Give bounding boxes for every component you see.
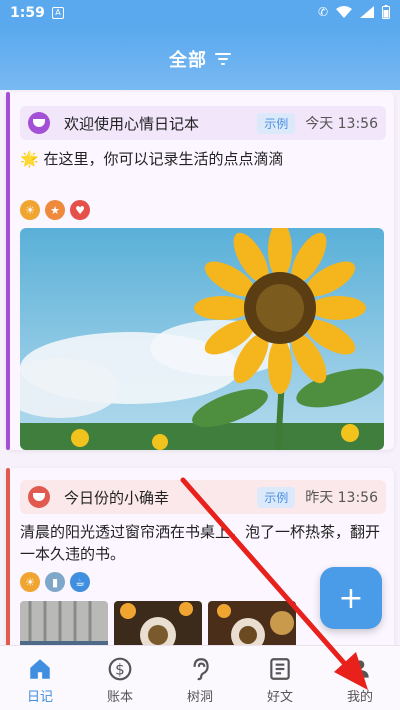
tab-diary[interactable]: 日记 [0, 646, 80, 710]
tab-label: 账本 [106, 690, 133, 705]
card-date: 昨天 13:56 [305, 490, 378, 506]
dollar-icon: $ [108, 657, 132, 681]
sun-icon: ☀ [20, 200, 40, 220]
status-bar: 1:59 A ✆ [0, 0, 400, 28]
card-date: 今天 13:56 [305, 116, 378, 132]
status-icons: ✆ [318, 5, 390, 19]
thumbnail-tea[interactable] [114, 601, 202, 645]
tab-ledger[interactable]: $ 账本 [80, 646, 160, 710]
card-title: 今日份的小确幸 [64, 488, 170, 507]
diary-card[interactable]: 欢迎使用心情日记本 示例 今天 13:56 🌟 在这里，你可以记录生活的点点滴滴… [6, 92, 394, 450]
tab-profile[interactable]: 我的 [320, 646, 400, 710]
thumbnail-tea-2[interactable] [208, 601, 296, 645]
filter-icon[interactable] [215, 53, 231, 65]
filter-title[interactable]: 全部 [169, 46, 207, 72]
heart-icon: ♥ [70, 200, 90, 220]
sample-badge: 示例 [257, 486, 296, 508]
signal-icon [360, 6, 374, 18]
sample-badge: 示例 [257, 112, 296, 134]
app-header: 全部 [0, 28, 400, 90]
add-entry-button[interactable]: + [320, 567, 382, 629]
diary-feed[interactable]: 欢迎使用心情日记本 示例 今天 13:56 🌟 在这里，你可以记录生活的点点滴滴… [0, 90, 400, 645]
home-icon [30, 659, 50, 679]
book-icon: ▮ [45, 572, 65, 592]
star-icon: ★ [45, 200, 65, 220]
photo-thumbnails [20, 601, 296, 645]
status-time: 1:59 [10, 5, 45, 21]
tab-label: 树洞 [186, 690, 213, 705]
card-title: 欢迎使用心情日记本 [64, 114, 200, 133]
sunflower-photo[interactable] [20, 228, 384, 450]
sim-icon: A [52, 7, 64, 19]
tab-treehole[interactable]: 树洞 [160, 646, 240, 710]
card-tags: ☀ ▮ ☕ [20, 572, 90, 592]
tab-articles[interactable]: 好文 [240, 646, 320, 710]
call-icon: ✆ [317, 5, 328, 19]
article-icon [270, 658, 290, 680]
ear-icon [193, 658, 209, 681]
card-header: 今日份的小确幸 示例 昨天 13:56 [20, 480, 386, 514]
battery-icon [382, 5, 390, 19]
card-accent-bar [6, 92, 10, 450]
tab-label: 我的 [346, 690, 373, 705]
thumbnail-window[interactable] [20, 601, 108, 645]
tab-label: 好文 [266, 690, 293, 705]
card-accent-bar [6, 468, 10, 645]
tab-label: 日记 [26, 690, 53, 705]
mood-happy-icon [28, 112, 50, 134]
svg-text:$: $ [115, 660, 125, 678]
coffee-icon: ☕ [70, 572, 90, 592]
card-header: 欢迎使用心情日记本 示例 今天 13:56 [20, 106, 386, 140]
mood-joy-icon [28, 486, 50, 508]
wifi-icon [336, 6, 352, 18]
card-text: 清晨的阳光透过窗帘洒在书桌上，泡了一杯热茶，翻开一本久违的书。 [20, 523, 381, 563]
bottom-tab-bar: 日记 $ 账本 树洞 好文 我的 [0, 645, 400, 710]
card-text: 🌟 在这里，你可以记录生活的点点滴滴 [20, 150, 284, 168]
card-tags: ☀ ★ ♥ [20, 200, 90, 220]
sun-icon: ☀ [20, 572, 40, 592]
person-icon [351, 660, 369, 678]
